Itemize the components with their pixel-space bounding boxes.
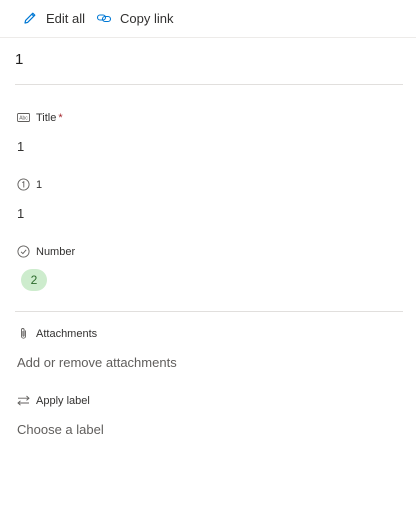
- number-one-value[interactable]: 1: [17, 206, 24, 221]
- apply-label-field-label: Apply label: [17, 394, 90, 407]
- info-circle-icon: [17, 178, 30, 191]
- item-title-heading: 1: [15, 51, 24, 68]
- attachments-field-label: Attachments: [17, 327, 97, 340]
- number-one-label-text: 1: [36, 178, 43, 191]
- number-one-field-label: 1: [17, 178, 42, 191]
- add-attachments-link[interactable]: Add or remove attachments: [17, 355, 177, 370]
- choose-label-link[interactable]: Choose a label: [17, 422, 104, 437]
- attachments-label-text: Attachments: [36, 327, 98, 340]
- toolbar: Edit all Copy link: [0, 0, 416, 38]
- required-indicator: *: [58, 111, 63, 124]
- title-field-label: Abc Title *: [17, 111, 63, 124]
- link-icon: [96, 10, 112, 26]
- copy-link-button[interactable]: Copy link: [96, 8, 173, 28]
- svg-text:Abc: Abc: [19, 116, 28, 122]
- copy-link-label: Copy link: [120, 10, 174, 26]
- divider: [15, 84, 403, 85]
- item-details-panel: Edit all Copy link 1 Abc Title * 1 1 1 N…: [0, 0, 416, 521]
- apply-label-text: Apply label: [36, 394, 90, 407]
- check-circle-icon: [17, 245, 30, 258]
- paperclip-icon: [17, 327, 30, 340]
- number-field-label: Number: [17, 245, 75, 258]
- title-value[interactable]: 1: [17, 139, 24, 154]
- edit-all-button[interactable]: Edit all: [22, 8, 85, 28]
- number-choice-pill[interactable]: 2: [21, 269, 47, 291]
- title-label-text: Title: [36, 111, 57, 124]
- swap-arrows-icon: [17, 394, 30, 407]
- edit-all-label: Edit all: [46, 10, 86, 26]
- number-label-text: Number: [36, 245, 76, 258]
- text-field-icon: Abc: [17, 111, 30, 124]
- divider: [15, 311, 403, 312]
- pencil-icon: [22, 10, 38, 26]
